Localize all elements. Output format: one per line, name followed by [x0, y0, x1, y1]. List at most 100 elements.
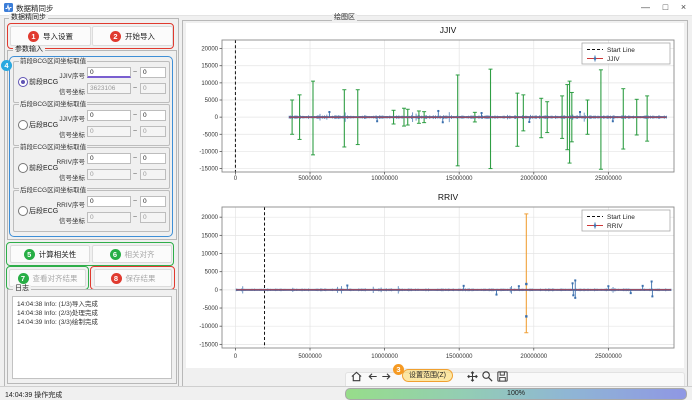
svg-text:-5000: -5000	[203, 132, 219, 138]
svg-text:5000: 5000	[205, 98, 219, 104]
log-line: 14:04:38 Info: (1/3)导入完成	[13, 297, 171, 309]
svg-text:15000: 15000	[201, 64, 218, 70]
svg-text:RRIV: RRIV	[607, 223, 623, 230]
save-result-label: 保存结果	[126, 273, 156, 284]
forward-icon[interactable]	[380, 370, 393, 383]
app-icon	[4, 3, 13, 12]
badge-7: 7	[18, 273, 29, 284]
minimize-icon[interactable]: —	[638, 1, 653, 14]
svg-text:20000: 20000	[201, 47, 218, 53]
start-import-label: 开始导入	[125, 31, 155, 42]
signal-coord-from-1[interactable]	[87, 126, 131, 137]
svg-text:20000000: 20000000	[520, 354, 547, 360]
left-group-title: 数据精同步	[9, 14, 48, 22]
signal-coord-to-1[interactable]	[140, 126, 166, 137]
log-group-title: 日志	[13, 285, 31, 293]
svg-text:15000000: 15000000	[446, 354, 473, 360]
rriv-index-to-2[interactable]	[140, 153, 166, 164]
svg-text:10000: 10000	[201, 252, 218, 258]
svg-text:10000000: 10000000	[371, 354, 398, 360]
svg-text:25000000: 25000000	[595, 354, 622, 360]
rriv-chart[interactable]: 0 5000000 10000000 15000000 20000000 25000000…	[186, 190, 680, 368]
maximize-icon[interactable]: □	[658, 1, 673, 14]
progress-value: 100%	[507, 390, 525, 397]
svg-text:20000: 20000	[201, 215, 218, 221]
signal-coord-to-0[interactable]	[140, 83, 166, 94]
jjiv-index-from-1[interactable]	[87, 110, 131, 121]
set-range-button[interactable]: 设置范围(Z)	[402, 369, 453, 382]
rriv-index-to-3[interactable]	[140, 196, 166, 207]
jjiv-index-from-0[interactable]	[87, 67, 131, 78]
badge-8: 8	[111, 273, 122, 284]
svg-text:15000000: 15000000	[446, 176, 473, 182]
svg-text:5000000: 5000000	[298, 354, 322, 360]
close-icon[interactable]: ×	[676, 1, 691, 14]
radio-rear-ecg[interactable]	[18, 206, 28, 216]
rriv-index-from-2[interactable]	[87, 153, 131, 164]
svg-text:Start Line: Start Line	[607, 214, 635, 221]
badge-3: 3	[393, 364, 404, 375]
svg-text:-15000: -15000	[199, 167, 218, 173]
svg-text:-5000: -5000	[203, 306, 219, 312]
svg-text:10000: 10000	[201, 81, 218, 87]
signal-coord-to-2[interactable]	[140, 169, 166, 180]
compute-correlation-button[interactable]: 5 计算相关性	[10, 245, 90, 263]
svg-text:5000: 5000	[205, 270, 219, 276]
svg-text:15000: 15000	[201, 233, 218, 239]
svg-text:20000000: 20000000	[520, 176, 547, 182]
svg-text:0: 0	[234, 176, 238, 182]
badge-1: 1	[28, 31, 39, 42]
compute-correlation-label: 计算相关性	[39, 249, 77, 260]
section-front-ecg: 前段ECG区间坐标取值 前段ECG RRIV序号 ~ 信号坐标 ~	[13, 147, 170, 189]
jjiv-index-to-0[interactable]	[140, 67, 166, 78]
jjiv-index-to-1[interactable]	[140, 110, 166, 121]
svg-text:25000000: 25000000	[595, 176, 622, 182]
start-import-button[interactable]: 2 开始导入	[92, 26, 173, 46]
import-settings-label: 导入设置	[43, 31, 73, 42]
section-rear-bcg: 后段BCG区间坐标取值 后段BCG JJIV序号 ~ 信号坐标 ~	[13, 104, 170, 146]
signal-coord-from-3[interactable]	[87, 212, 131, 223]
radio-front-ecg[interactable]	[18, 163, 28, 173]
log-line: 14:04:39 Info: (3/3)绘制完成	[13, 318, 171, 327]
svg-text:-10000: -10000	[199, 324, 218, 330]
signal-coord-to-3[interactable]	[140, 212, 166, 223]
radio-rear-bcg[interactable]	[18, 120, 28, 130]
pan-icon[interactable]	[466, 370, 479, 383]
badge-5: 5	[24, 249, 35, 260]
import-settings-button[interactable]: 1 导入设置	[10, 26, 91, 46]
svg-text:5000000: 5000000	[298, 176, 322, 182]
jjiv-chart[interactable]: 0 5000000 10000000 15000000 20000000 25000000…	[186, 20, 680, 188]
zoom-icon[interactable]	[481, 370, 494, 383]
radio-front-bcg[interactable]	[18, 77, 28, 87]
app-window: 数据精同步 — □ × 数据精同步 1 导入设置 2 开始导入 参数输入 4 前…	[0, 0, 692, 400]
svg-text:0: 0	[215, 288, 219, 294]
section-rear-ecg: 后段ECG区间坐标取值 后段ECG RRIV序号 ~ 信号坐标 ~	[13, 190, 170, 232]
svg-text:-15000: -15000	[199, 342, 218, 348]
svg-text:RRIV: RRIV	[438, 192, 459, 202]
save-icon[interactable]	[496, 370, 509, 383]
log-view[interactable]: 14:04:38 Info: (1/3)导入完成 14:04:38 Info: …	[12, 296, 172, 379]
back-icon[interactable]	[366, 370, 379, 383]
section-front-bcg: 前段BCG区间坐标取值 前段BCG JJIV序号 ~ 信号坐标 ~	[13, 61, 170, 103]
home-icon[interactable]	[350, 370, 363, 383]
status-message: 14:04:39 操作完成	[5, 390, 62, 400]
svg-text:JJIV: JJIV	[440, 25, 457, 35]
save-result-button[interactable]: 8 保存结果	[94, 269, 172, 287]
badge-4: 4	[1, 60, 12, 71]
progress-bar: 100%	[345, 388, 687, 400]
correlation-align-button[interactable]: 6 相关对齐	[92, 245, 172, 263]
view-align-result-label: 查看对齐结果	[33, 273, 78, 284]
rriv-index-from-3[interactable]	[87, 196, 131, 207]
svg-text:10000000: 10000000	[371, 176, 398, 182]
signal-coord-from-2[interactable]	[87, 169, 131, 180]
signal-coord-from-0[interactable]	[87, 83, 131, 94]
svg-text:0: 0	[234, 354, 238, 360]
correlation-align-label: 相关对齐	[125, 249, 155, 260]
log-line: 14:04:38 Info: (2/3)处理完成	[13, 309, 171, 318]
params-group-title: 参数输入	[13, 46, 45, 54]
svg-text:JJIV: JJIV	[607, 56, 620, 63]
badge-6: 6	[110, 249, 121, 260]
svg-text:-10000: -10000	[199, 149, 218, 155]
svg-text:0: 0	[215, 115, 219, 121]
svg-text:Start Line: Start Line	[607, 47, 635, 54]
